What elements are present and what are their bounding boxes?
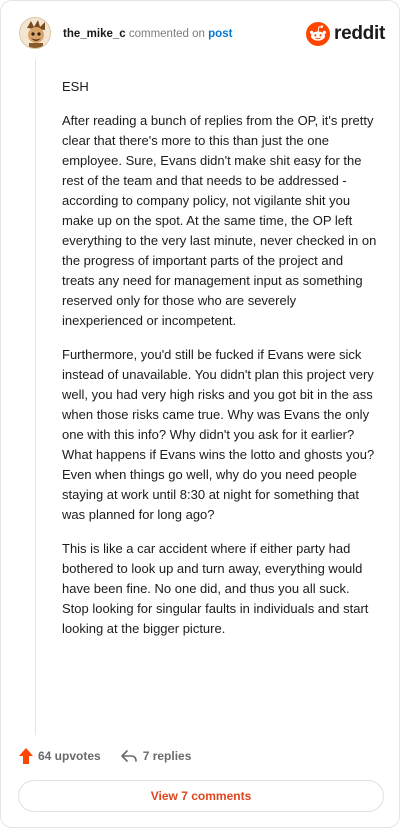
comment-card: the_mike_c commented on post reddit ESH … <box>0 0 400 828</box>
upvote-button[interactable]: 64 upvotes <box>19 748 101 764</box>
avatar-icon <box>20 18 50 48</box>
comment-footer: 64 upvotes 7 replies <box>19 745 191 767</box>
comment-header: the_mike_c commented on post reddit <box>19 17 385 51</box>
comment-paragraph: After reading a bunch of replies from th… <box>62 113 377 328</box>
comment-paragraph: ESH <box>62 79 89 94</box>
comment-body: ESH After reading a bunch of replies fro… <box>62 77 378 653</box>
user-avatar[interactable] <box>19 17 51 49</box>
reply-icon <box>120 750 137 762</box>
reply-count: 7 replies <box>142 749 192 763</box>
username-link[interactable]: the_mike_c <box>63 28 126 40</box>
commented-on-text: commented on <box>128 28 205 40</box>
reddit-logo[interactable]: reddit <box>306 21 385 47</box>
upvote-arrow-icon <box>19 748 33 764</box>
replies-button[interactable]: 7 replies <box>120 749 192 763</box>
comment-meta: the_mike_c commented on post <box>63 27 232 41</box>
upvote-count: 64 upvotes <box>38 749 101 763</box>
reddit-alien-icon <box>306 22 331 46</box>
view-comments-button[interactable]: View 7 comments <box>18 780 384 812</box>
reddit-wordmark: reddit <box>334 23 385 44</box>
thread-line[interactable] <box>35 59 36 735</box>
comment-paragraph: This is like a car accident where if eit… <box>62 541 369 636</box>
post-link[interactable]: post <box>208 28 232 40</box>
comment-paragraph: Furthermore, you'd still be fucked if Ev… <box>62 347 375 522</box>
